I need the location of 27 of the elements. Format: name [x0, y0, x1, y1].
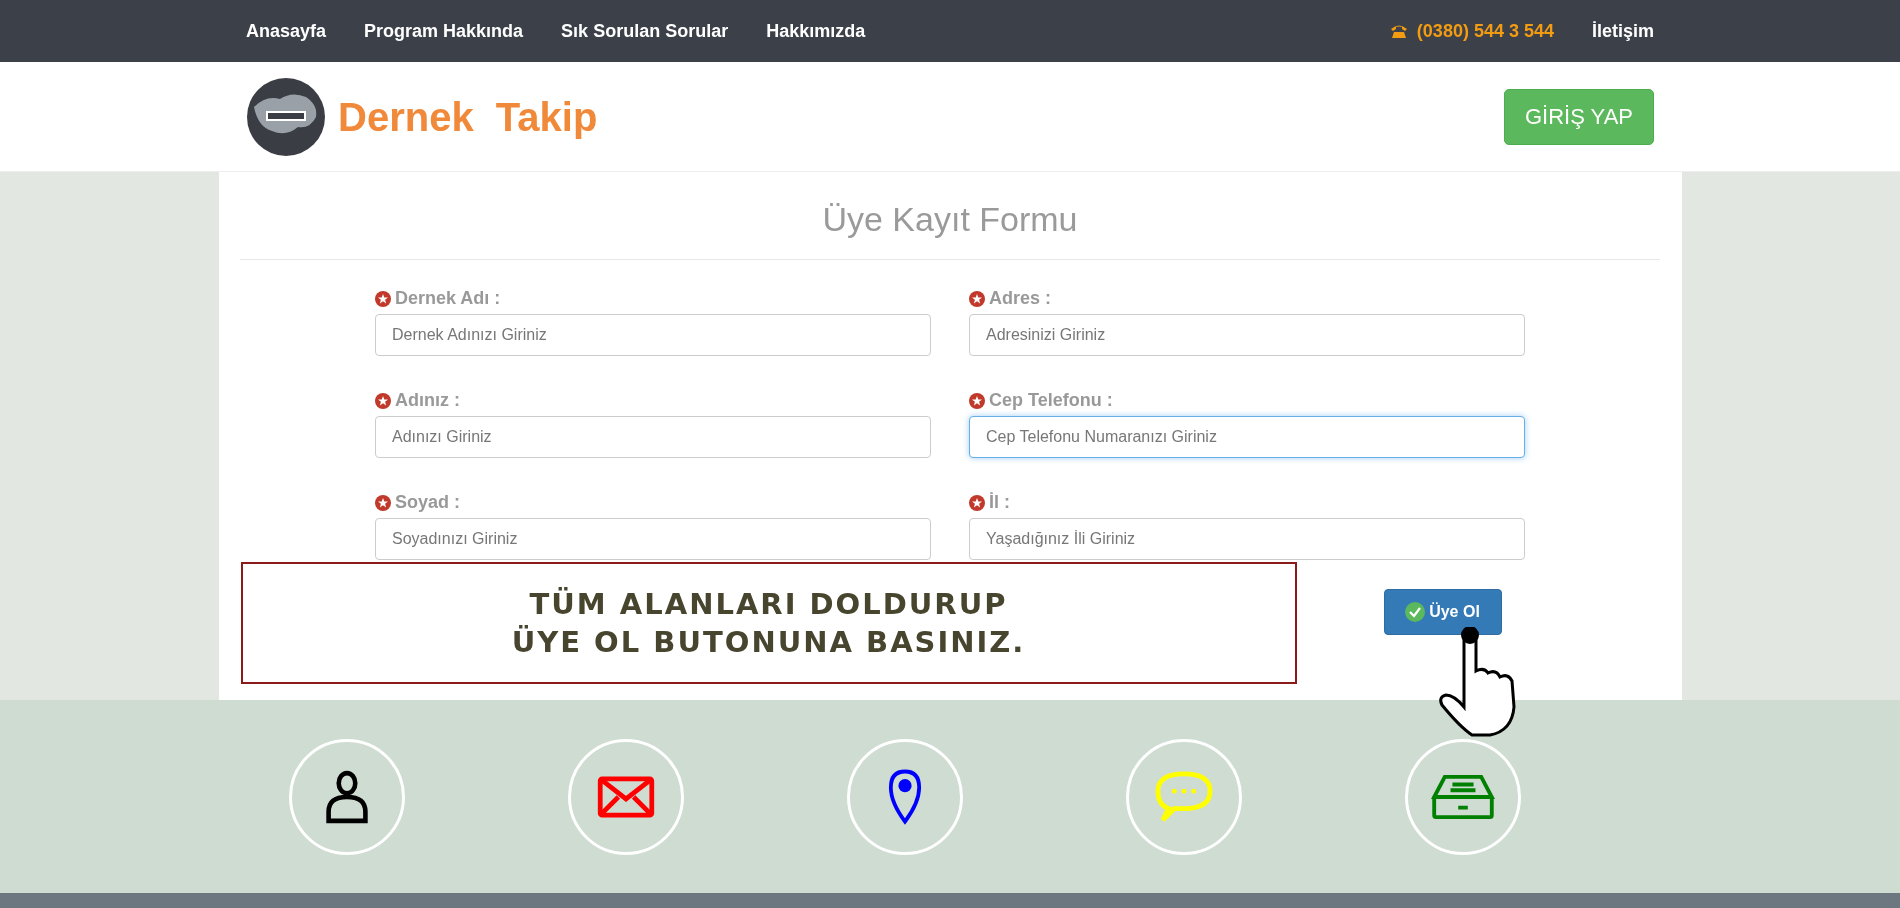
notice-text: TÜM ALANLARI DOLDURUP: [529, 586, 1008, 623]
icon-circle[interactable]: [289, 738, 405, 855]
form-title: Üye Kayıt Formu: [822, 200, 1078, 239]
input-field[interactable]: Yaşadığınız İli Giriniz: [969, 518, 1525, 560]
nav-link[interactable]: Program Hakkında: [364, 20, 524, 42]
nav-link[interactable]: Anasayfa: [246, 20, 327, 42]
input-field[interactable]: Adınızı Giriniz: [375, 416, 931, 458]
input-field[interactable]: Cep Telefonu Numaranızı Giriniz: [969, 416, 1525, 458]
check-icon: [1405, 602, 1426, 622]
logo-text: Dernek Takip: [338, 94, 598, 140]
nav-link[interactable]: Sık Sorulan Sorular: [561, 20, 729, 42]
input-field[interactable]: Dernek Adınızı Giriniz: [375, 314, 931, 356]
nav-link[interactable]: İletişim: [1591, 20, 1654, 42]
input-field[interactable]: Adresinizi Giriniz: [969, 314, 1525, 356]
nav-link[interactable]: Hakkımızda: [766, 20, 866, 42]
field-label: Adınız :: [395, 390, 460, 411]
field-label: Soyad :: [395, 492, 460, 513]
notice-text: ÜYE OL BUTONUNA BASINIZ.: [511, 624, 1026, 661]
field-label: Dernek Adı :: [395, 288, 501, 309]
input-field[interactable]: Soyadınızı Giriniz: [375, 518, 931, 560]
phone-number: (0380) 544 3 544: [1416, 20, 1554, 42]
field-label: Cep Telefonu :: [989, 390, 1113, 411]
icon-circle[interactable]: [847, 738, 963, 855]
field-label: İl :: [989, 492, 1010, 513]
field-label: Adres :: [989, 288, 1051, 309]
globe-logo-icon: [246, 77, 326, 157]
submit-button[interactable]: Üye Ol: [1383, 589, 1502, 635]
